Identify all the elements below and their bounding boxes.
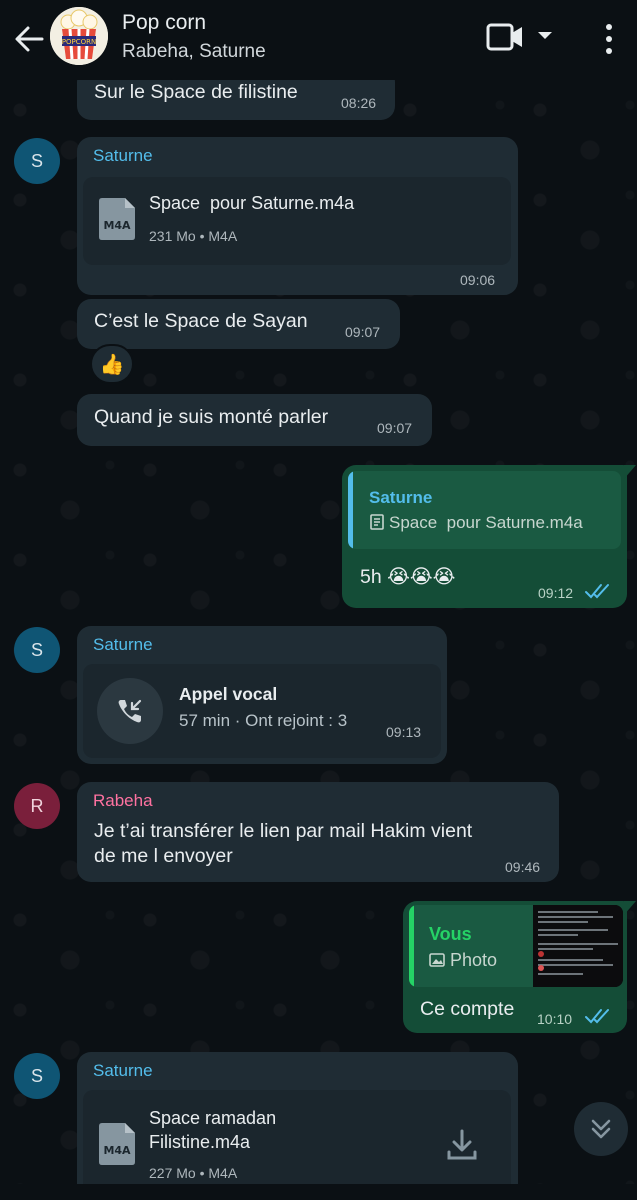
svg-text:M4A: M4A (103, 1144, 131, 1157)
file-message-bubble[interactable]: Saturne M4A Space ramadan Filistine.m4a … (77, 1052, 518, 1200)
file-meta: 231 Mo • M4A (149, 228, 238, 244)
message-bubble[interactable]: Quand je suis monté parler 09:07 (77, 394, 432, 446)
message-text: Quand je suis monté parler (94, 406, 329, 428)
file-name-line: Space ramadan (149, 1108, 277, 1128)
file-attachment[interactable]: M4A Space pour Saturne.m4a 231 Mo • M4A (83, 177, 511, 265)
bubble-tail (624, 465, 636, 479)
message-text-line: Je t’ai transférer le lien par mail Haki… (94, 820, 473, 842)
quoted-text-row: Space pour Saturne.m4a (369, 513, 583, 533)
message-time: 10:10 (537, 1011, 573, 1027)
message-bubble[interactable]: C’est le Space de Sayan 09:07 (77, 299, 400, 349)
call-icon-circle (97, 678, 163, 744)
download-icon[interactable] (445, 1128, 479, 1162)
svg-text:POPCORN: POPCORN (62, 38, 96, 46)
avatar[interactable]: R (14, 783, 60, 829)
double-chevron-down-icon (591, 1119, 611, 1139)
message-time: 09:06 (460, 272, 496, 288)
call-message-bubble[interactable]: Saturne Appel vocal 57 min · Ont rejoint… (77, 626, 447, 764)
message-bubble-outgoing[interactable]: Vous Photo Ce compte 10:10 (403, 901, 627, 1033)
chat-title[interactable]: Pop corn (122, 11, 206, 35)
read-receipt-icon (584, 582, 612, 605)
call-title: Appel vocal (179, 684, 278, 704)
scroll-to-bottom-button[interactable] (574, 1102, 628, 1156)
quoted-sender: Saturne (369, 488, 433, 507)
avatar[interactable]: S (14, 627, 60, 673)
read-receipt-icon (584, 1007, 612, 1030)
bubble-tail (624, 901, 636, 915)
avatar[interactable]: S (14, 138, 60, 184)
more-options-icon[interactable] (602, 22, 616, 56)
message-time: 08:26 (341, 95, 377, 111)
avatar[interactable]: S (14, 1053, 60, 1099)
reaction-badge[interactable]: 👍 (90, 344, 134, 384)
quoted-message[interactable]: Vous Photo (409, 905, 623, 987)
message-text: C’est le Space de Sayan (94, 310, 308, 332)
video-call-icon[interactable] (486, 22, 526, 52)
quoted-text-row: Photo (429, 950, 497, 971)
thumbs-up-icon: 👍 (99, 353, 125, 376)
incoming-call-icon (118, 699, 142, 723)
sender-name[interactable]: Rabeha (93, 791, 153, 811)
image-icon (429, 953, 445, 967)
sender-name[interactable]: Saturne (93, 635, 153, 655)
chat-participants[interactable]: Rabeha, Saturne (122, 41, 266, 63)
file-name-line: Filistine.m4a (149, 1132, 251, 1152)
call-card[interactable]: Appel vocal 57 min · Ont rejoint : 3 09:… (83, 664, 441, 758)
screenshot-thumbnail-image (533, 905, 623, 987)
message-time: 09:07 (377, 420, 413, 436)
message-bubble-outgoing[interactable]: Saturne Space pour Saturne.m4a 5h 😭😭😭 09… (342, 465, 627, 608)
quote-bar (409, 905, 414, 987)
call-detail: 57 min · Ont rejoint : 3 (179, 711, 348, 730)
chat-header: POPCORN Pop corn Rabeha, Saturne (0, 0, 637, 80)
svg-text:M4A: M4A (103, 219, 131, 232)
quoted-sender: Vous (429, 924, 472, 944)
document-icon: M4A (99, 198, 135, 240)
message-bubble[interactable]: Rabeha Je t’ai transférer le lien par ma… (77, 782, 559, 882)
message-text-line: de me l envoyer (94, 845, 233, 867)
group-avatar[interactable]: POPCORN (50, 7, 108, 65)
message-text: Sur le Space de filistine (94, 81, 298, 103)
chevron-down-icon[interactable] (536, 28, 554, 44)
message-text: Ce compte (420, 998, 515, 1020)
photo-thumbnail[interactable] (533, 905, 623, 987)
file-name: Space pour Saturne.m4a (149, 193, 355, 213)
message-time: 09:46 (505, 859, 541, 875)
sender-name[interactable]: Saturne (93, 1061, 153, 1081)
message-time: 09:12 (538, 585, 574, 601)
quoted-message[interactable]: Saturne Space pour Saturne.m4a (348, 471, 621, 549)
sender-name[interactable]: Saturne (93, 146, 153, 166)
file-meta: 227 Mo • M4A (149, 1165, 238, 1181)
document-icon: M4A (99, 1123, 135, 1165)
document-icon (370, 514, 384, 530)
message-time: 09:07 (345, 324, 381, 340)
popcorn-icon: POPCORN (50, 7, 108, 65)
quote-bar (348, 471, 353, 549)
bottom-edge (0, 1184, 637, 1200)
message-text: 5h 😭😭😭 (360, 566, 456, 588)
back-arrow-icon[interactable] (12, 22, 46, 56)
message-time: 09:13 (386, 724, 422, 740)
file-message-bubble[interactable]: Saturne M4A Space pour Saturne.m4a 231 M… (77, 137, 518, 295)
